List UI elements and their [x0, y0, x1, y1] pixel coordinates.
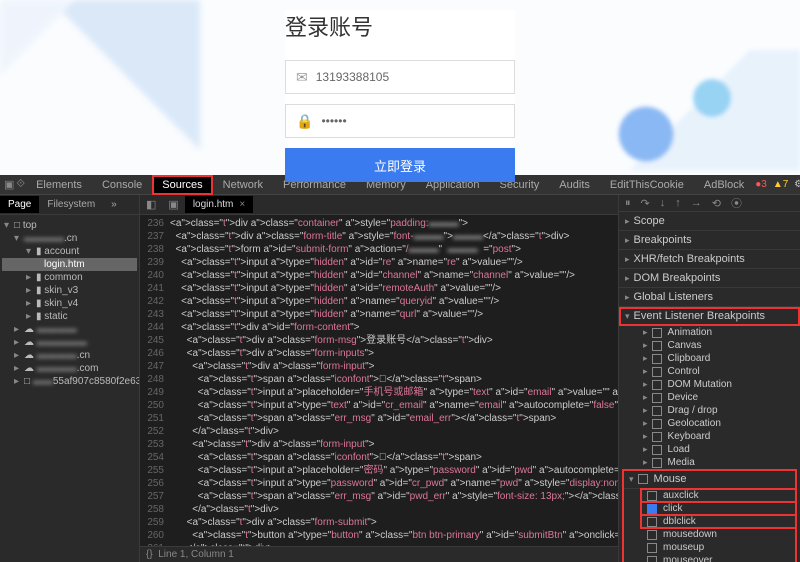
step-icon[interactable]: → — [691, 197, 702, 209]
decoration-right — [580, 50, 800, 170]
section-breakpoints[interactable]: ▸Breakpoints — [619, 231, 800, 250]
category-mouse[interactable]: ▾Mouse — [623, 470, 796, 489]
code-editor: ◧ ▣ login.htm× 236<a">class="t">div a">c… — [140, 195, 618, 562]
editor-status: {} Line 1, Column 1 — [140, 546, 618, 562]
category-control[interactable]: ▸Control — [637, 365, 800, 378]
phone-input[interactable] — [316, 70, 504, 84]
password-input[interactable] — [321, 114, 504, 128]
step-out-icon[interactable]: ↑ — [675, 197, 681, 209]
tab-editthiscookie[interactable]: EditThisCookie — [601, 176, 693, 194]
category-media[interactable]: ▸Media — [637, 456, 800, 469]
category-keyboard[interactable]: ▸Keyboard — [637, 430, 800, 443]
page-tab[interactable]: Page — [0, 196, 39, 213]
login-title: 登录账号 — [285, 10, 515, 42]
event-mouseover[interactable]: mouseover — [641, 554, 796, 562]
event-auxclick[interactable]: auxclick — [641, 489, 796, 502]
section-scope[interactable]: ▸Scope — [619, 212, 800, 231]
event-mouseup[interactable]: mouseup — [641, 541, 796, 554]
category-device[interactable]: ▸Device — [637, 391, 800, 404]
section-event-listener-bp[interactable]: ▾Event Listener Breakpoints — [619, 307, 800, 326]
sources-sidebar: Page Filesystem » ▾□ top ▾▬▬▬▬.cn ▾▮ acc… — [0, 195, 140, 562]
login-card: 登录账号 ✉ 🔒 立即登录 — [285, 10, 515, 182]
section-dom-bp[interactable]: ▸DOM Breakpoints — [619, 269, 800, 288]
event-click[interactable]: click — [641, 502, 796, 515]
tab-audits[interactable]: Audits — [550, 176, 599, 194]
file-icon[interactable]: ◧ — [140, 198, 162, 211]
login-page: 登录账号 ✉ 🔒 立即登录 — [0, 0, 800, 175]
open-file-tab[interactable]: login.htm× — [185, 196, 253, 213]
category-animation[interactable]: ▸Animation — [637, 326, 800, 339]
category-dragdrop[interactable]: ▸Drag / drop — [637, 404, 800, 417]
event-mousedown[interactable]: mousedown — [641, 528, 796, 541]
section-global[interactable]: ▸Global Listeners — [619, 288, 800, 307]
lock-icon: 🔒 — [296, 113, 313, 130]
step-over-icon[interactable]: ↷ — [641, 197, 650, 210]
category-clipboard[interactable]: ▸Clipboard — [637, 352, 800, 365]
settings-icon[interactable]: ⚙ — [794, 179, 800, 190]
category-geolocation[interactable]: ▸Geolocation — [637, 417, 800, 430]
nav-icon[interactable]: ▣ — [162, 198, 184, 211]
filesystem-tab[interactable]: Filesystem — [39, 196, 103, 213]
more-tabs[interactable]: » — [103, 196, 125, 213]
debugger-pane: ⏸ ↷ ↓ ↑ → ⟲ ⦿ ▸Scope ▸Breakpoints ▸XHR/f… — [618, 195, 800, 562]
pause-icon[interactable]: ⏸ — [625, 197, 631, 210]
debugger-toolbar: ⏸ ↷ ↓ ↑ → ⟲ ⦿ — [619, 195, 800, 212]
mail-icon: ✉ — [296, 69, 308, 86]
event-dblclick[interactable]: dblclick — [641, 515, 796, 528]
tab-elements[interactable]: Elements — [27, 176, 91, 194]
step-into-icon[interactable]: ↓ — [660, 197, 666, 209]
category-load[interactable]: ▸Load — [637, 443, 800, 456]
file-login-htm: login.htm — [2, 258, 137, 271]
error-counts[interactable]: ●3 ▲7 ⚙ ✕ — [755, 179, 800, 190]
deactivate-icon[interactable]: ⟲ — [712, 197, 721, 210]
password-field[interactable]: 🔒 — [285, 104, 515, 138]
category-canvas[interactable]: ▸Canvas — [637, 339, 800, 352]
phone-field[interactable]: ✉ — [285, 60, 515, 94]
decoration-left — [0, 0, 200, 175]
devtools: ▣ ⟐ Elements Console Sources Network Per… — [0, 175, 800, 562]
tab-sources[interactable]: Sources — [153, 176, 211, 194]
file-tree[interactable]: ▾□ top ▾▬▬▬▬.cn ▾▮ account login.htm ▸▮ … — [0, 215, 139, 392]
tab-adblock[interactable]: AdBlock — [695, 176, 753, 194]
tab-network[interactable]: Network — [214, 176, 272, 194]
pause-exc-icon[interactable]: ⦿ — [731, 195, 742, 211]
section-xhr[interactable]: ▸XHR/fetch Breakpoints — [619, 250, 800, 269]
close-tab-icon: × — [239, 199, 245, 210]
device-icon[interactable]: ⟐ — [16, 178, 25, 191]
category-dommutation[interactable]: ▸DOM Mutation — [637, 378, 800, 391]
tab-console[interactable]: Console — [93, 176, 151, 194]
source-code[interactable]: 236<a">class="t">div a">class="container… — [140, 215, 618, 546]
login-button[interactable]: 立即登录 — [285, 148, 515, 182]
inspect-icon[interactable]: ▣ — [4, 178, 14, 191]
